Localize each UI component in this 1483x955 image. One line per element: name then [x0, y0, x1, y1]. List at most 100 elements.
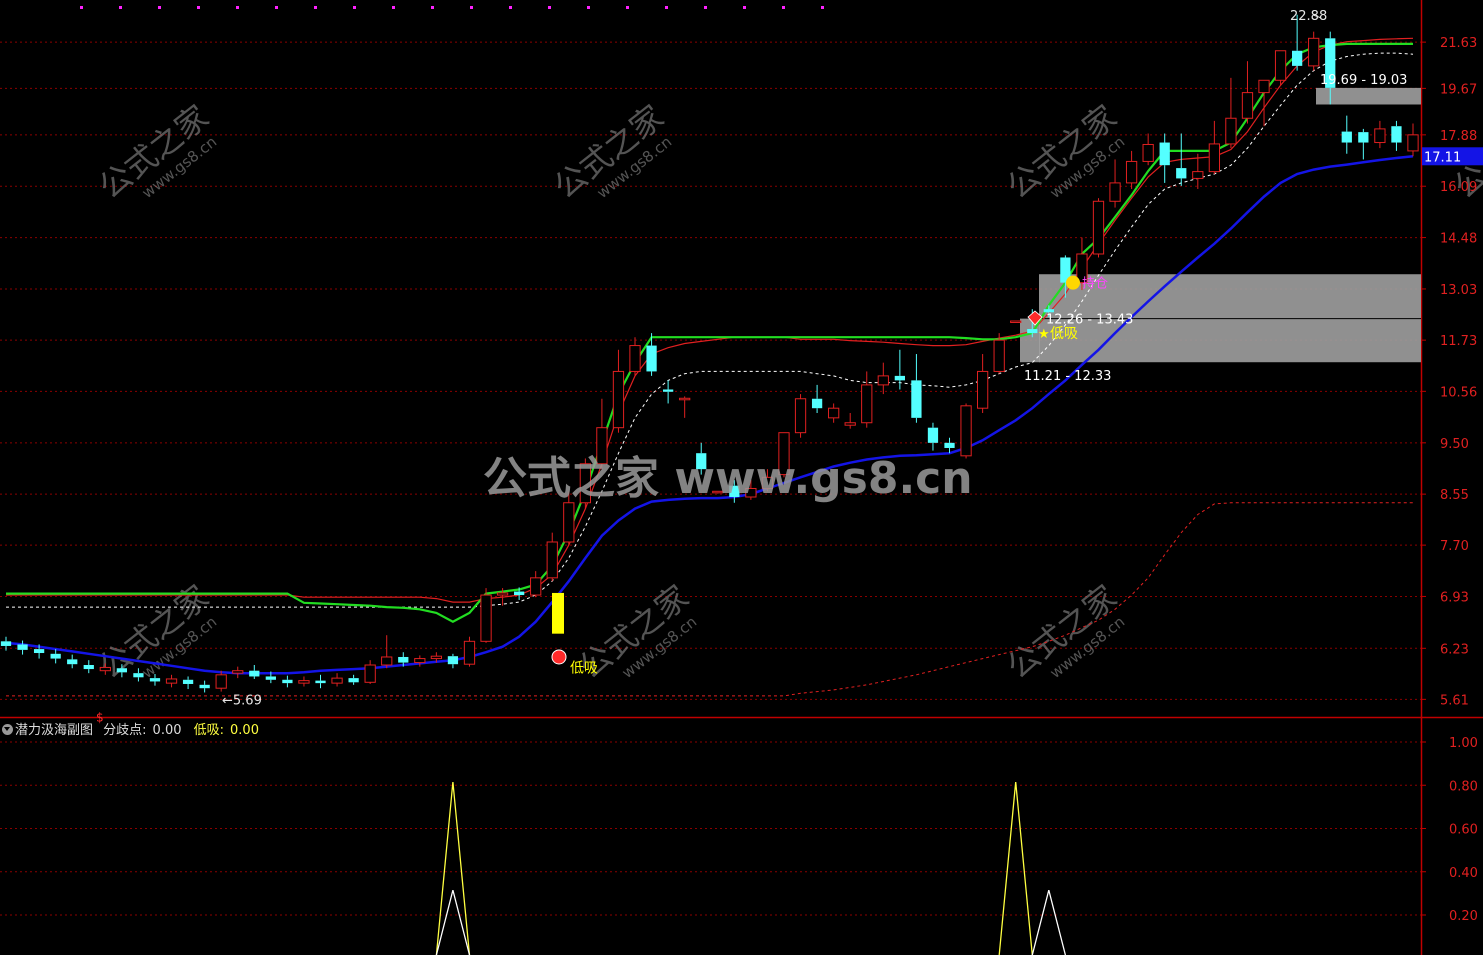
- candle-body-up: [496, 592, 509, 596]
- candle-body-up: [1010, 320, 1022, 324]
- candle[interactable]: [1192, 153, 1204, 189]
- candle[interactable]: [50, 649, 61, 664]
- candle-body-up: [976, 370, 989, 409]
- top-dot: [353, 6, 356, 9]
- candle[interactable]: [315, 674, 326, 689]
- candle-body-up: [331, 677, 343, 684]
- candle[interactable]: [976, 354, 989, 414]
- candle[interactable]: [811, 384, 823, 414]
- candle[interactable]: [844, 413, 856, 429]
- candle[interactable]: [232, 666, 244, 679]
- candle[interactable]: [1159, 133, 1170, 183]
- top-dot: [314, 6, 317, 9]
- chart-canvas[interactable]: 公式之家www.gs8.cn 公式之家www.gs8.cn 公式之家www.gs8.…: [0, 0, 1483, 955]
- candle[interactable]: [1208, 120, 1220, 174]
- top-dot: [236, 6, 239, 9]
- candle[interactable]: [1308, 31, 1320, 71]
- candle[interactable]: [215, 670, 227, 692]
- candle[interactable]: [629, 337, 641, 376]
- candle[interactable]: [381, 635, 393, 669]
- candle-body-down: [116, 668, 128, 673]
- candle-body-down: [944, 442, 955, 448]
- candle[interactable]: [1407, 123, 1419, 157]
- candle[interactable]: [1010, 320, 1022, 324]
- candle[interactable]: [546, 532, 558, 582]
- candle[interactable]: [1241, 61, 1254, 124]
- candle[interactable]: [249, 665, 260, 679]
- top-dot: [704, 6, 707, 9]
- candle[interactable]: [67, 654, 78, 669]
- candle[interactable]: [927, 422, 939, 451]
- candle[interactable]: [1391, 120, 1402, 151]
- candle-body-down: [149, 678, 161, 682]
- candle[interactable]: [530, 571, 542, 598]
- candle[interactable]: [364, 660, 376, 684]
- sub-y-axis-tick: 0.40: [1449, 866, 1478, 881]
- candle[interactable]: [612, 349, 625, 433]
- candle[interactable]: [348, 674, 359, 685]
- candle[interactable]: [1125, 150, 1138, 189]
- candle-body-down: [83, 665, 94, 670]
- top-dot: [80, 6, 83, 9]
- hold-signal-label: 持仓: [1082, 277, 1108, 292]
- candle-body-down: [1291, 50, 1303, 66]
- candle[interactable]: [480, 588, 492, 643]
- top-dot: [158, 6, 161, 9]
- candle[interactable]: [877, 362, 889, 395]
- candle-body-up: [794, 398, 807, 434]
- candle-body-up: [1258, 79, 1270, 94]
- candle[interactable]: [911, 354, 922, 423]
- candle[interactable]: [0, 636, 12, 651]
- candle-body-up: [530, 577, 542, 596]
- collapse-arrow-icon[interactable]: [2, 724, 13, 735]
- candle-body-down: [1358, 132, 1369, 143]
- candle[interactable]: [1374, 120, 1386, 149]
- candle[interactable]: [1109, 159, 1121, 208]
- candle-body-up: [1374, 128, 1386, 144]
- candle-body-up: [1274, 50, 1287, 81]
- signal-markers: 22.88←5.6919.69 - 19.0312.26 - 13.4311.2…: [96, 9, 1407, 725]
- candle-body-down: [182, 679, 194, 684]
- divergence-value: 0.00: [152, 723, 182, 738]
- candle-body-up: [232, 670, 244, 674]
- candle[interactable]: [894, 349, 905, 390]
- candle-body-down: [911, 380, 922, 418]
- candle[interactable]: [646, 333, 657, 376]
- candle[interactable]: [1092, 198, 1105, 258]
- candle[interactable]: [282, 675, 293, 688]
- candle-body-up: [298, 680, 310, 684]
- candle[interactable]: [1142, 133, 1154, 166]
- candle[interactable]: [1274, 50, 1287, 86]
- candle[interactable]: [463, 636, 476, 667]
- candle[interactable]: [199, 680, 210, 693]
- candle[interactable]: [1341, 115, 1352, 154]
- top-dot: [782, 6, 785, 9]
- candle[interactable]: [331, 673, 343, 687]
- candle[interactable]: [165, 674, 178, 688]
- signal-bar: [552, 592, 564, 634]
- candle[interactable]: [794, 394, 807, 438]
- candle-body-down: [1176, 168, 1187, 179]
- candle[interactable]: [828, 403, 840, 423]
- candle[interactable]: [679, 396, 691, 418]
- candle[interactable]: [960, 403, 972, 459]
- candle-body-up: [1109, 182, 1121, 202]
- candle-body-down: [1341, 131, 1352, 143]
- candle[interactable]: [182, 676, 194, 690]
- top-dot: [665, 6, 668, 9]
- candle[interactable]: [298, 676, 310, 687]
- top-dot: [392, 6, 395, 9]
- candle-body-down: [348, 678, 359, 683]
- y-axis-tick: 13.03: [1440, 283, 1477, 298]
- candle[interactable]: [83, 660, 94, 674]
- y-axis-tick: 8.55: [1440, 488, 1469, 503]
- candle[interactable]: [1358, 128, 1369, 160]
- candle[interactable]: [447, 653, 459, 669]
- candle[interactable]: [861, 371, 873, 428]
- candle-body-up: [1125, 160, 1138, 184]
- candle[interactable]: [1225, 77, 1237, 149]
- candle-body-down: [0, 641, 12, 646]
- candle-body-down: [927, 427, 939, 443]
- indicator-lines: [5, 37, 1414, 697]
- candle[interactable]: [17, 640, 28, 655]
